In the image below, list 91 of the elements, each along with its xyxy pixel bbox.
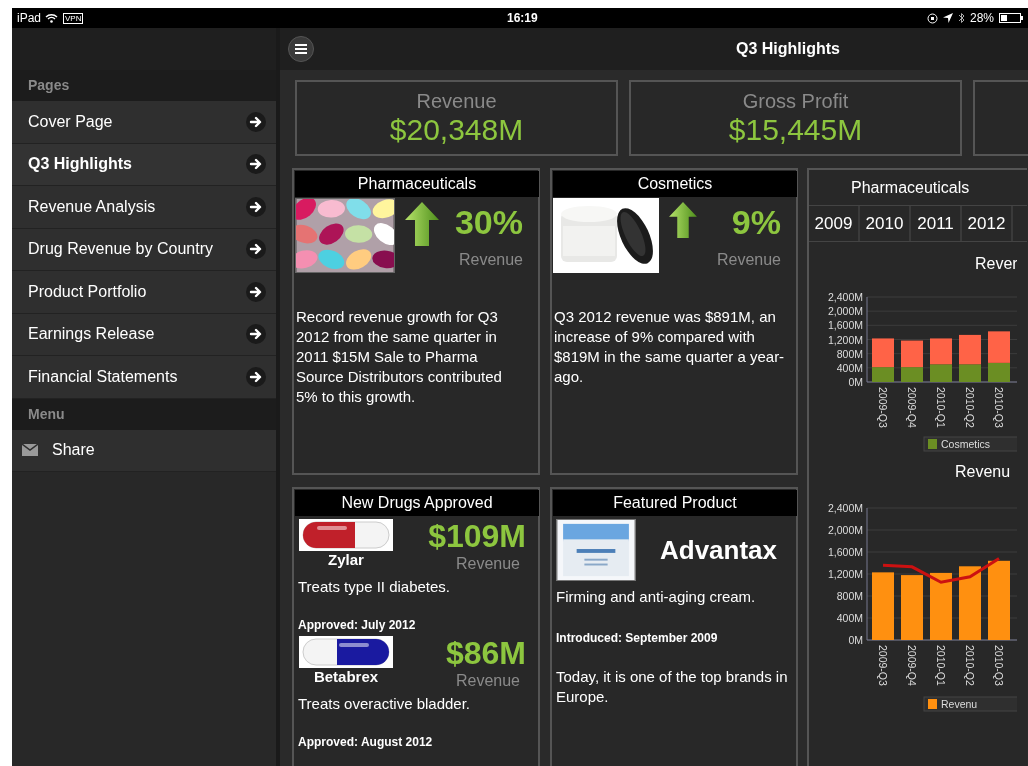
sidebar-item[interactable]: Product Portfolio: [12, 271, 276, 314]
growth-value: 9%: [731, 202, 781, 243]
x-tick-label: 2010-Q1: [935, 387, 947, 428]
tile-title: New Drugs Approved: [295, 490, 539, 516]
kpi-label: Gross Profit: [742, 89, 849, 113]
sidebar-item[interactable]: Cover Page: [12, 101, 276, 144]
approval-date: Approved: July 2012: [298, 617, 417, 633]
x-tick-label: 2009-Q3: [877, 645, 889, 686]
product-note: Today, it is one of the top brands in Europe.: [555, 667, 789, 707]
drug-description: Treats overactive bladder.: [298, 694, 472, 714]
tile-title: Featured Product: [553, 490, 797, 516]
tile-description: Record revenue growth for Q3 2012 from the same quarter in 2011 $15M Sale to Pharma Source Distributors contributed 5% to this growth.: [296, 307, 503, 407]
y-tick-label: 800M: [836, 590, 863, 602]
drug-caption: Revenue: [455, 671, 521, 691]
legend-label: Revenu: [941, 698, 978, 710]
kpi-label: Revenue: [416, 89, 497, 113]
panel-title: Pharmaceuticals: [809, 170, 1027, 206]
x-tick-label: 2009-Q3: [877, 387, 889, 428]
chart-legend: Cosmetics: [923, 436, 1017, 452]
bluetooth-icon: [957, 12, 965, 24]
approval-date: Approved: August 2012: [298, 734, 434, 750]
device-name: iPad: [17, 10, 42, 27]
drug-caption: Revenue: [455, 554, 521, 574]
clock: 16:19: [507, 10, 538, 27]
sidebar-item[interactable]: Revenue Analysis: [12, 186, 276, 229]
battery-icon: [999, 13, 1023, 23]
chart-legend: Revenu: [923, 696, 1017, 712]
page-title: Q3 Highlights: [736, 39, 840, 59]
x-tick-label: 2009-Q4: [906, 387, 918, 428]
section-heading: Menu: [12, 398, 276, 430]
drug-name: Zylar: [328, 551, 364, 569]
chart-title: Revenu: [955, 463, 1011, 480]
y-tick-label: 2,000M: [827, 305, 863, 318]
section-heading: Pages: [12, 70, 276, 101]
menu-button[interactable]: [288, 36, 314, 62]
y-tick-label: 1,200M: [827, 333, 863, 346]
y-tick-label: 1,600M: [827, 546, 863, 558]
x-tick-label: 2010-Q3: [993, 645, 1005, 686]
up-arrow-icon: [669, 202, 697, 238]
sidebar-item[interactable]: Q3 Highlights: [12, 143, 276, 186]
product-description: Firming and anti-aging cream.: [555, 587, 757, 607]
sidebar-item[interactable]: Financial Statements: [12, 356, 276, 399]
introduction-date: Introduced: September 2009: [555, 630, 719, 647]
tile-title: Cosmetics: [553, 171, 797, 197]
y-tick-label: 2,000M: [827, 524, 863, 536]
year-tab[interactable]: 2009: [809, 206, 860, 241]
y-tick-label: 800M: [836, 347, 863, 360]
kpi-value: $20,348M: [389, 113, 524, 147]
growth-caption: Revenue: [716, 250, 781, 270]
x-tick-label: 2010-Q2: [964, 645, 976, 686]
sidebar-item[interactable]: Earnings Release: [12, 313, 276, 356]
product-name: Advantax: [660, 533, 778, 567]
legend-label: Cosmetics: [941, 438, 991, 450]
year-tab[interactable]: 2011: [911, 206, 962, 241]
sidebar-item[interactable]: Drug Revenue by Country: [12, 228, 276, 271]
year-tab[interactable]: 2010: [860, 206, 911, 241]
mail-icon: [22, 444, 38, 457]
chart-title: Rever: [975, 255, 1017, 272]
y-tick-label: 1,200M: [827, 568, 863, 580]
growth-value: 30%: [454, 202, 523, 243]
wifi-icon: [45, 13, 59, 23]
kpi-value: $15,445M: [728, 113, 863, 147]
y-tick-label: 400M: [836, 361, 863, 374]
bar: [872, 572, 894, 640]
x-tick-label: 2010-Q1: [935, 645, 947, 686]
year-tab[interactable]: 2012: [962, 206, 1013, 241]
y-tick-label: 1,600M: [827, 319, 863, 332]
y-tick-label: 400M: [836, 612, 863, 624]
drug-revenue: $109M: [428, 519, 526, 553]
drug-name: Betabrex: [313, 668, 379, 686]
y-tick-label: 0M: [848, 376, 863, 388]
up-arrow-icon: [405, 202, 439, 246]
bar: [901, 575, 923, 640]
y-tick-label: 2,400M: [827, 291, 863, 303]
bar: [930, 572, 952, 640]
drug-revenue: $86M: [445, 636, 526, 670]
x-tick-label: 2010-Q2: [964, 387, 976, 428]
vpn-badge: VPN: [63, 12, 84, 24]
location-icon: [942, 13, 953, 23]
tile-title: Pharmaceuticals: [295, 171, 539, 197]
x-tick-label: 2009-Q4: [906, 645, 918, 686]
growth-caption: Revenue: [458, 250, 523, 270]
sidebar-item[interactable]: Share: [12, 429, 276, 472]
x-tick-label: 2010-Q3: [993, 387, 1005, 428]
battery-percent: 28%: [969, 10, 994, 27]
drug-description: Treats type II diabetes.: [298, 577, 452, 597]
y-tick-label: 0M: [848, 634, 863, 646]
menu-icon: [295, 44, 307, 54]
lock-rotation-icon: [926, 12, 938, 24]
tile-description: Q3 2012 revenue was $891M, an increase of 9% compared with $819M in the same quarter a year-ago.: [554, 307, 786, 387]
y-tick-label: 2,400M: [827, 502, 863, 514]
